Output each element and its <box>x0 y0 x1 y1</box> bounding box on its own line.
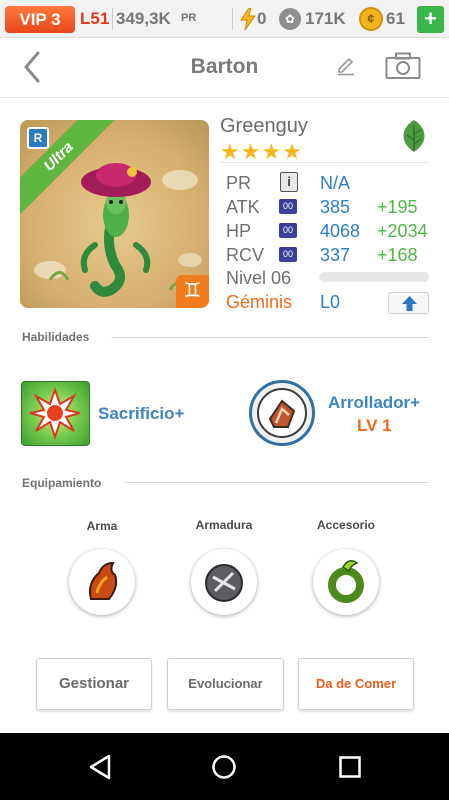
edit-pencil-icon[interactable] <box>336 56 356 76</box>
add-coins-button[interactable]: + <box>417 6 444 33</box>
home-circle-icon[interactable] <box>211 754 237 780</box>
player-level: L51 <box>80 9 110 28</box>
rarity-badge: R <box>27 127 49 149</box>
vip-badge[interactable]: VIP 3 <box>5 6 75 33</box>
atk-bonus: +195 <box>377 197 418 217</box>
skill-1-name[interactable]: Sacrificio+ <box>98 404 184 424</box>
explosion-icon <box>29 387 81 441</box>
manage-button[interactable]: Gestionar <box>36 658 152 710</box>
coin-value: 61 <box>386 9 405 28</box>
pr-value: N/A <box>320 173 351 193</box>
level-label: Nivel 06 <box>226 268 292 288</box>
info-icon[interactable]: i <box>280 172 298 192</box>
skill-2-level: LV 1 <box>357 416 392 435</box>
coin-icon: ¢ <box>359 7 383 31</box>
power-rating-unit: PR <box>181 12 197 24</box>
camera-icon[interactable] <box>385 52 421 80</box>
divider <box>111 337 429 338</box>
energy-value: 0 <box>257 9 267 28</box>
divider <box>124 482 429 483</box>
zodiac-level: L0 <box>320 292 341 312</box>
status-bar: VIP 3 L51 349,3K PR 0 ✿ 171K ¢ 61 + <box>0 0 449 38</box>
armor-icon <box>205 564 243 602</box>
abilities-section-title: Habilidades <box>22 330 90 344</box>
hp-bonus: +2034 <box>377 221 428 241</box>
pr-label: PR <box>226 173 252 193</box>
power-rating-value: 349,3K <box>116 9 171 28</box>
paw-icon: ✿ <box>279 8 301 30</box>
accessory-slot-label: Accesorio <box>316 518 376 532</box>
divider <box>112 8 113 30</box>
accessory-icon <box>328 560 364 603</box>
armor-slot[interactable] <box>191 549 257 615</box>
system-navigation-bar <box>0 733 449 800</box>
divider <box>220 162 430 163</box>
accessory-slot[interactable] <box>313 549 379 615</box>
armor-slot-label: Armadura <box>195 518 253 532</box>
recents-square-icon[interactable] <box>338 755 362 779</box>
leaf-element-icon <box>403 120 425 152</box>
header: Barton <box>0 38 449 98</box>
skill-2-name[interactable]: Arrollador+ <box>328 393 420 413</box>
weapon-icon <box>89 561 118 600</box>
lightning-icon <box>240 8 256 30</box>
trample-skill-icon[interactable] <box>249 380 315 446</box>
arrow-up-icon <box>402 296 417 311</box>
weapon-slot-label: Arma <box>86 519 118 533</box>
zodiac-upgrade-button[interactable] <box>388 292 429 314</box>
equipment-section-title: Equipamiento <box>22 476 102 490</box>
paw-value: 171K <box>305 9 346 28</box>
feed-button[interactable]: Da de Comer <box>298 658 414 710</box>
experience-bar <box>319 272 429 282</box>
gemini-zodiac-icon: ♊ <box>176 275 209 308</box>
hp-label: HP <box>226 221 252 241</box>
rcv-bonus: +168 <box>377 245 418 265</box>
weapon-slot[interactable] <box>69 549 135 615</box>
atk-label: ATK <box>226 197 260 217</box>
monster-portrait-card[interactable]: Ultra R ♊ <box>20 120 209 308</box>
back-triangle-icon[interactable] <box>87 753 113 781</box>
divider <box>232 8 233 30</box>
evolve-button[interactable]: Evolucionar <box>167 658 284 710</box>
zodiac-label: Géminis <box>226 292 293 312</box>
atk-value: 385 <box>320 197 351 217</box>
stat-chip-icon: 00 <box>279 247 297 262</box>
stat-chip-icon: 00 <box>279 199 297 214</box>
shield-icon <box>257 388 307 438</box>
rcv-value: 337 <box>320 245 351 265</box>
page-title: Barton <box>190 55 259 78</box>
sacrifice-skill-icon[interactable] <box>21 381 90 446</box>
rcv-label: RCV <box>226 245 265 265</box>
hp-value: 4068 <box>320 221 361 241</box>
stat-chip-icon: 00 <box>279 223 297 238</box>
monster-name: Greenguy <box>220 115 308 137</box>
